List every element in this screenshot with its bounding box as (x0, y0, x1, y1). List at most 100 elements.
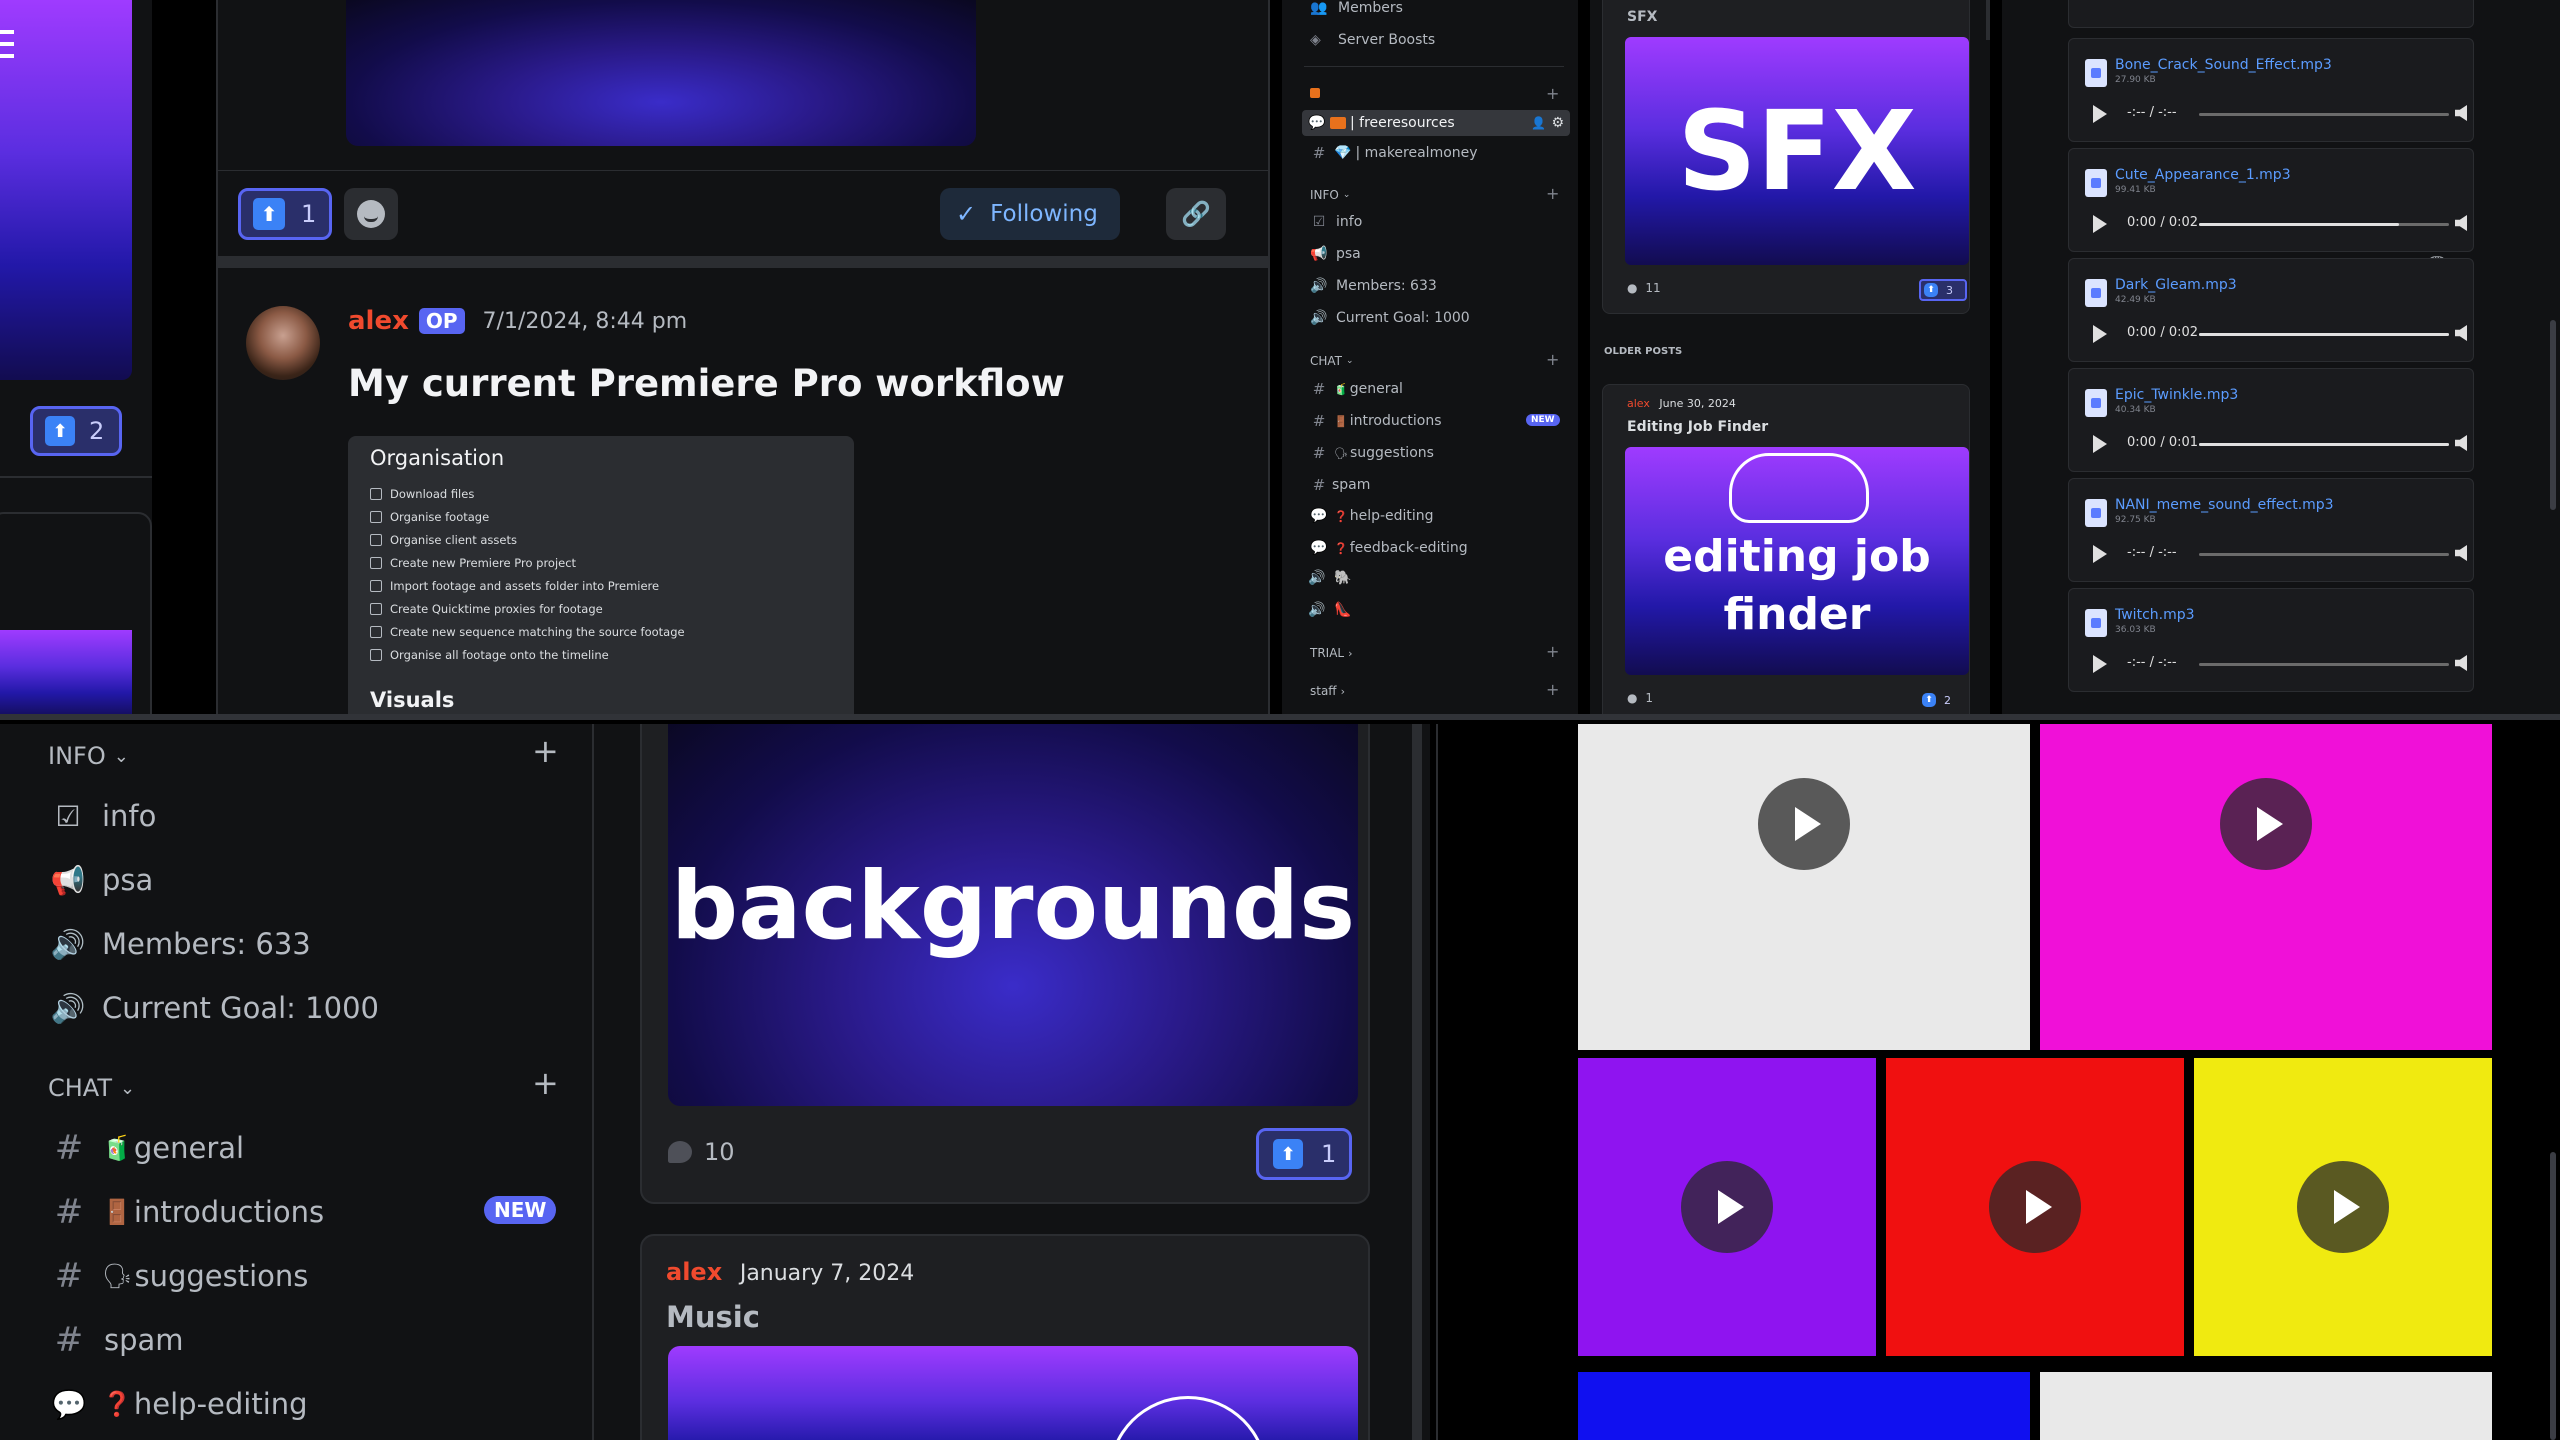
category-chat[interactable]: CHAT ⌄ (1310, 354, 1354, 368)
audio-attachment[interactable]: NANI_meme_sound_effect.mp3 92.75 KB -:-- /… (2068, 478, 2474, 582)
checklist-item[interactable]: Organise client assets (370, 528, 685, 551)
sidebar-item-help-editing[interactable]: 💬 ❓ help-editing (1308, 508, 1433, 524)
sidebar-item-spam[interactable]: # spam (48, 1318, 184, 1362)
category-info[interactable]: INFO ⌄ (1310, 188, 1350, 202)
sidebar-item-general[interactable]: # 🧃 general (48, 1126, 244, 1170)
volume-icon[interactable] (2455, 105, 2467, 121)
add-channel-icon[interactable]: + (1546, 642, 1559, 661)
sidebar-item-members[interactable]: 👥 Members (1310, 0, 1403, 16)
sidebar-item-info-2[interactable]: 🔊 Members: 633 (48, 922, 311, 966)
sidebar-item-spam[interactable]: # spam (1308, 476, 1371, 494)
volume-icon[interactable] (2455, 435, 2467, 451)
post-author[interactable]: alex (1627, 397, 1650, 410)
upvote-button[interactable]: ⬆ 1 (1256, 1128, 1352, 1180)
category-info[interactable]: INFO ⌄ (48, 742, 129, 770)
copy-link-button[interactable]: 🔗 (1166, 188, 1226, 240)
audio-attachment[interactable]: Twitch.mp3 36.03 KB -:-- / -:-- (2068, 588, 2474, 692)
audio-attachment[interactable]: Cute_Appearance_1.mp3 99.41 KB 0:00 / 0:02 (2068, 148, 2474, 252)
upvote-button[interactable]: ⬆ 2 (1919, 689, 1967, 711)
post-author[interactable]: alex (348, 306, 409, 336)
video-tile[interactable] (1886, 1058, 2184, 1356)
video-tile[interactable] (1578, 724, 2030, 1050)
audio-file-name[interactable]: NANI_meme_sound_effect.mp3 (2115, 497, 2334, 513)
checkbox-icon[interactable] (370, 533, 382, 546)
sidebar-item-help-editing[interactable]: 💬 ❓ help-editing (48, 1382, 308, 1426)
scrollbar[interactable] (1986, 0, 1990, 40)
sidebar-item-freeresources[interactable]: 💬 | freeresources 👤 ⚙ (1302, 110, 1570, 136)
audio-attachment[interactable]: Bone_Crack_Sound_Effect.mp3 27.90 KB -:-- … (2068, 38, 2474, 142)
category-staff[interactable]: staff › (1310, 684, 1345, 698)
add-channel-icon[interactable]: + (1546, 350, 1559, 369)
checkbox-icon[interactable] (370, 487, 382, 500)
forum-card-sfx[interactable]: SFX SFX ● 11 ⬆ 3 (1602, 0, 1970, 314)
checkbox-icon[interactable] (370, 625, 382, 638)
audio-attachment[interactable]: Epic_Twinkle.mp3 40.34 KB 0:00 / 0:01 (2068, 368, 2474, 472)
volume-icon[interactable] (2455, 325, 2467, 341)
checklist-item[interactable]: Organise all footage onto the timeline (370, 643, 685, 666)
sidebar-item-suggestions[interactable]: # 🗣 suggestions (48, 1254, 309, 1298)
add-channel-icon[interactable]: + (532, 1064, 559, 1102)
checkbox-icon[interactable] (370, 556, 382, 569)
video-tile[interactable] (2040, 1372, 2492, 1440)
audio-file-name[interactable]: Dark_Gleam.mp3 (2115, 277, 2237, 293)
checkbox-icon[interactable] (370, 579, 382, 592)
forum-card-editing-job-finder[interactable]: alex June 30, 2024 Editing Job Finder ed… (1602, 384, 1970, 716)
menu-icon[interactable] (0, 30, 14, 70)
checkbox-icon[interactable] (370, 648, 382, 661)
audio-seek-bar[interactable] (2199, 113, 2449, 116)
video-tile[interactable] (2040, 724, 2492, 1050)
category-chat[interactable]: CHAT ⌄ (48, 1074, 135, 1102)
add-channel-icon[interactable]: + (1546, 184, 1559, 203)
audio-file-name[interactable]: Bone_Crack_Sound_Effect.mp3 (2115, 57, 2332, 73)
sidebar-item-suggestions[interactable]: # 🗣 suggestions (1308, 444, 1434, 462)
sidebar-item-info-0[interactable]: ☑ info (1308, 214, 1363, 230)
play-button-icon[interactable] (1989, 1161, 2081, 1253)
gear-icon[interactable]: ⚙ (1551, 115, 1564, 131)
upvote-button[interactable]: ⬆ 2 (30, 406, 122, 456)
upvote-button[interactable]: ⬆ 1 (238, 188, 332, 240)
audio-seek-bar[interactable] (2199, 223, 2449, 226)
play-icon[interactable] (2093, 215, 2107, 233)
play-button-icon[interactable] (2297, 1161, 2389, 1253)
sidebar-item-info-3[interactable]: 🔊 Current Goal: 1000 (1308, 310, 1469, 326)
voice-channel[interactable]: 🔊 🐘 (1308, 570, 1351, 586)
add-reaction-button[interactable] (344, 188, 398, 240)
forum-card-music[interactable]: alex January 7, 2024 Music (640, 1234, 1370, 1440)
play-icon[interactable] (2093, 435, 2107, 453)
audio-seek-bar[interactable] (2199, 333, 2449, 336)
forum-card-backgrounds[interactable]: backgrounds 10 ⬆ 1 (640, 724, 1370, 1204)
checklist-item[interactable]: Download files (370, 482, 685, 505)
volume-icon[interactable] (2455, 655, 2467, 671)
upvote-button[interactable]: ⬆ 3 (1919, 279, 1967, 301)
audio-attachment[interactable]: Dark_Gleam.mp3 42.49 KB 0:00 / 0:02 (2068, 258, 2474, 362)
checklist-item[interactable]: Create Quicktime proxies for footage (370, 597, 685, 620)
checklist-item[interactable]: Import footage and assets folder into Pr… (370, 574, 685, 597)
audio-file-name[interactable]: Twitch.mp3 (2115, 607, 2195, 623)
checklist-item[interactable]: Organise footage (370, 505, 685, 528)
sidebar-item-server-boosts[interactable]: ◈ Server Boosts (1310, 32, 1435, 48)
sidebar-item-info-1[interactable]: 📢 psa (1308, 246, 1360, 262)
scrollbar-thumb[interactable] (2550, 320, 2556, 510)
voice-channel[interactable]: 🔊 👠 (1308, 602, 1351, 618)
checklist-item[interactable]: Create new sequence matching the source … (370, 620, 685, 643)
audio-file-name[interactable]: Cute_Appearance_1.mp3 (2115, 167, 2291, 183)
checklist-item[interactable]: Create new Premiere Pro project (370, 551, 685, 574)
add-channel-icon[interactable]: + (1546, 680, 1559, 699)
play-icon[interactable] (2093, 545, 2107, 563)
volume-icon[interactable] (2455, 215, 2467, 231)
sidebar-item-general[interactable]: # 🧃 general (1308, 380, 1403, 398)
play-icon[interactable] (2093, 325, 2107, 343)
play-icon[interactable] (2093, 655, 2107, 673)
audio-file-name[interactable]: Epic_Twinkle.mp3 (2115, 387, 2238, 403)
checkbox-icon[interactable] (370, 510, 382, 523)
checkbox-icon[interactable] (370, 602, 382, 615)
play-button-icon[interactable] (1758, 778, 1850, 870)
video-tile[interactable] (1578, 1058, 1876, 1356)
category-trial[interactable]: TRIAL › (1310, 646, 1353, 660)
scrollbar[interactable] (1412, 724, 1422, 1440)
video-tile[interactable] (1578, 1372, 2030, 1440)
sidebar-item-introductions[interactable]: # 🚪 introductions (48, 1190, 324, 1234)
sidebar-item-introductions[interactable]: # 🚪 introductions (1308, 412, 1442, 430)
sidebar-item-info-3[interactable]: 🔊 Current Goal: 1000 (48, 986, 379, 1030)
sidebar-item-makerealmoney[interactable]: # 💎 | makerealmoney (1308, 144, 1478, 162)
